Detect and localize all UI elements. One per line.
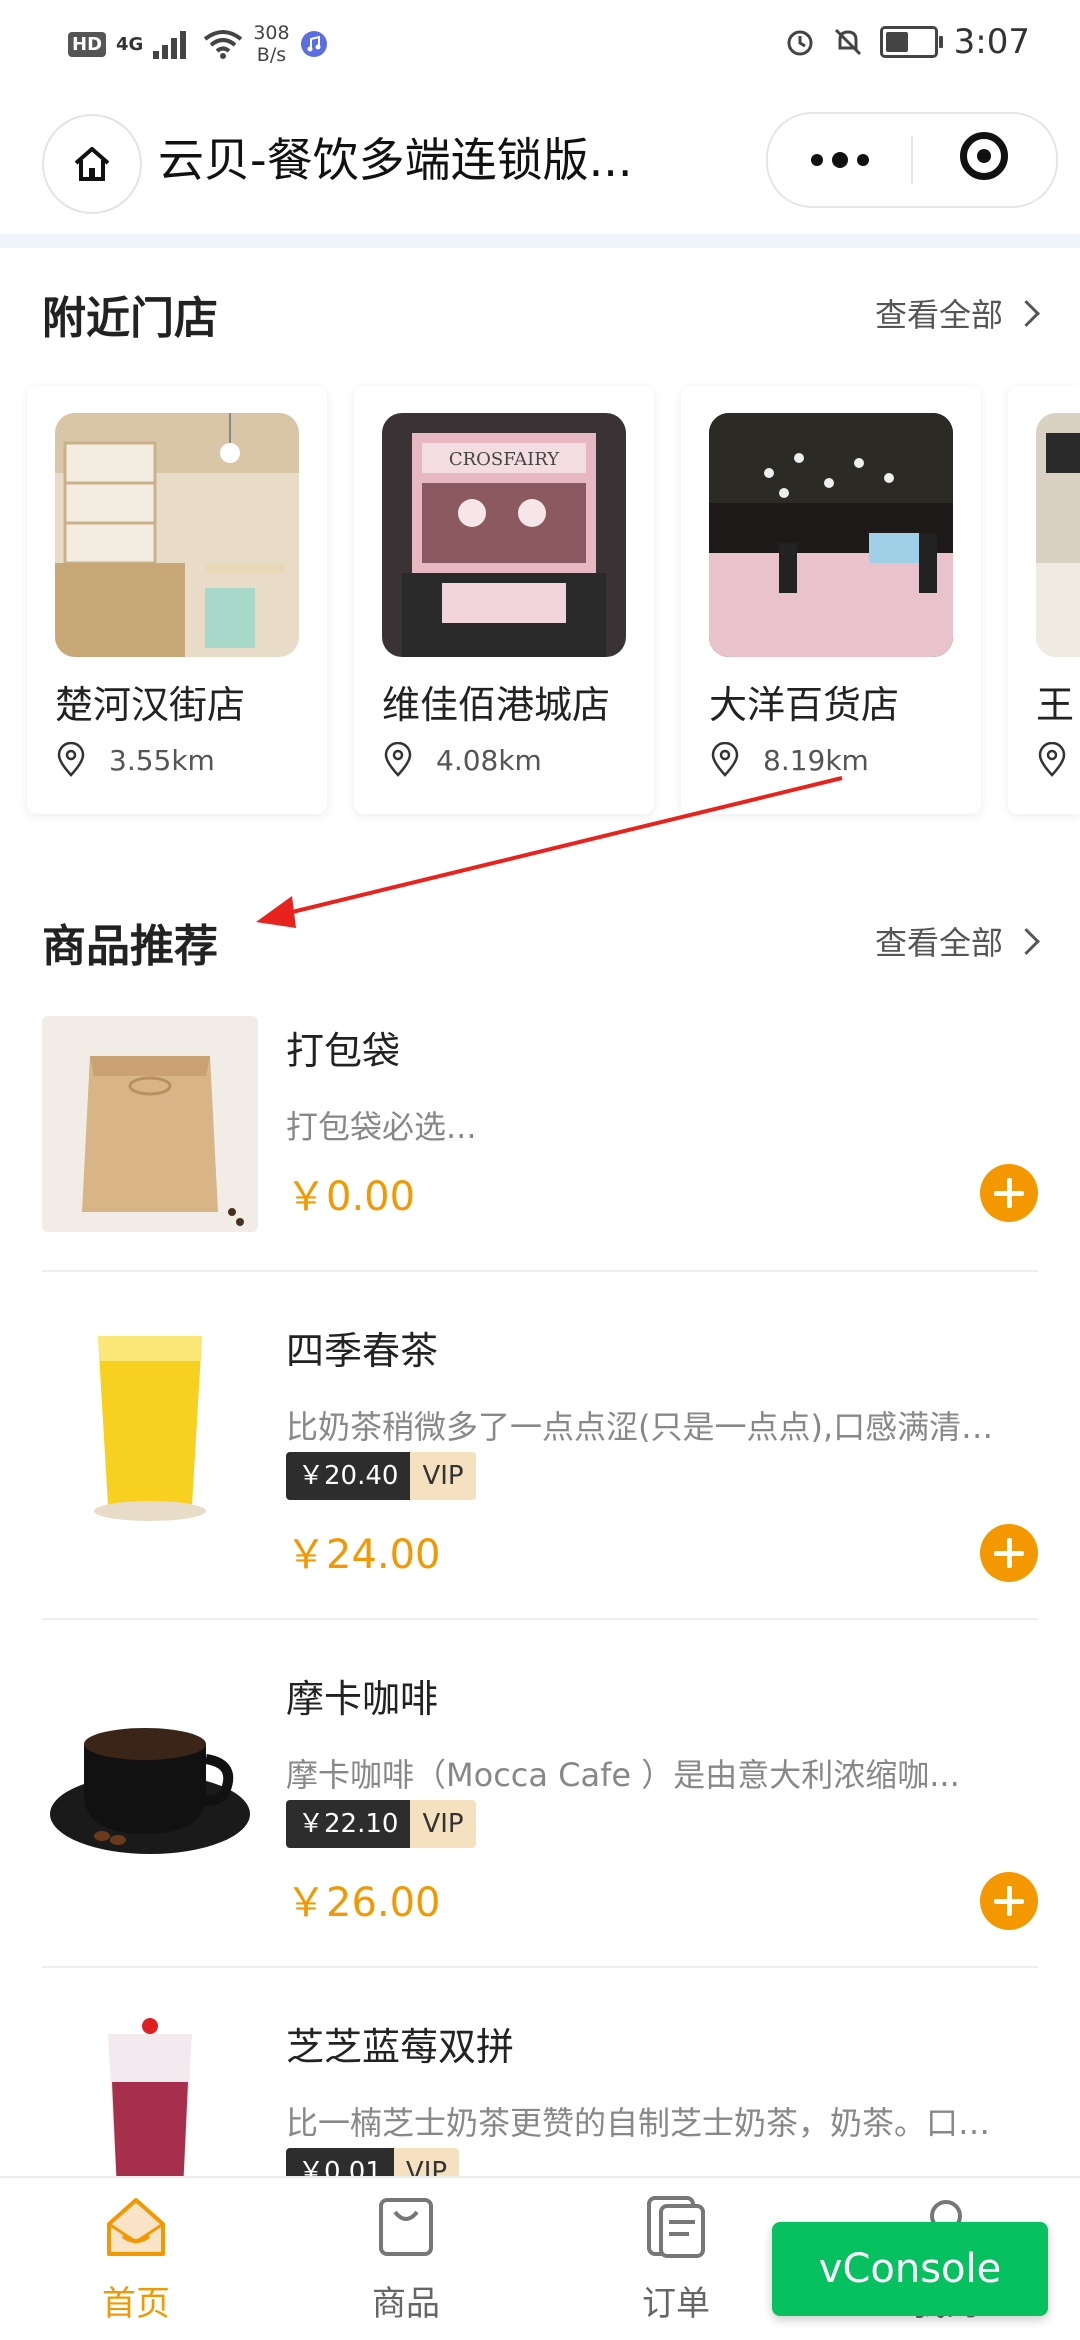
recommend-title: 商品推荐 — [42, 921, 218, 972]
vip-price-badge: ￥20.40 VIP — [286, 1452, 476, 1500]
store-name: 楚河汉街店 — [55, 683, 246, 727]
product-desc: 比一楠芝士奶茶更赞的自制芝士奶茶，奶茶。口… — [286, 2104, 991, 2142]
product-desc: 打包袋必选... — [286, 1108, 477, 1146]
product-name: 芝芝蓝莓双拼 — [286, 2025, 515, 2069]
vip-price-badge: ￥22.10 VIP — [286, 1800, 476, 1848]
network-type: 4G — [116, 33, 144, 55]
tab-products[interactable]: 商品 — [306, 2192, 506, 2332]
capsule-divider — [911, 136, 913, 184]
more-dot-icon — [811, 154, 823, 166]
more-dot-icon — [857, 154, 869, 166]
add-to-cart-button[interactable] — [980, 1524, 1038, 1582]
location-pin-icon — [384, 742, 412, 777]
vip-price: ￥20.40 — [286, 1452, 411, 1500]
distance-value: 4.08km — [436, 743, 542, 777]
page-title: 云贝-餐饮多端连锁版... — [158, 133, 633, 187]
chevron-right-icon — [1013, 927, 1040, 955]
home-icon — [74, 147, 110, 181]
vip-price: ￥22.10 — [286, 1800, 411, 1848]
distance-value: 8.19km — [763, 743, 869, 777]
status-left: HD 4G 308 B/s — [68, 22, 328, 66]
product-item[interactable]: 四季春茶 比奶茶稍微多了一点点涩(只是一点点),口感满清… ￥20.40 VIP… — [42, 1316, 1038, 1620]
tab-label: 首页 — [102, 2284, 170, 2324]
order-icon — [647, 2196, 705, 2258]
product-item[interactable]: 摩卡咖啡 摩卡咖啡（Mocca Cafe ）是由意大利浓缩咖... ￥22.10… — [42, 1664, 1038, 1968]
more-dot-icon — [832, 152, 848, 168]
product-name: 打包袋 — [286, 1029, 401, 1073]
product-name: 四季春茶 — [286, 1329, 439, 1373]
view-all-label: 查看全部 — [874, 296, 1003, 334]
store-card[interactable]: CROSFAIRY 维佳佰港城店 4.08km — [354, 386, 654, 814]
store-card[interactable]: 王 — [1008, 386, 1080, 814]
store-name: 大洋百货店 — [709, 683, 900, 727]
tab-label: 商品 — [372, 2284, 440, 2324]
product-image — [42, 1316, 258, 1532]
nearby-stores-title: 附近门店 — [42, 293, 218, 344]
recommend-view-all[interactable]: 查看全部 — [874, 918, 1040, 964]
net-speed-value: 308 — [253, 22, 290, 44]
store-distance — [1036, 742, 1068, 778]
vip-tag: VIP — [410, 1452, 476, 1500]
store-photo — [709, 413, 953, 657]
store-photo — [1036, 413, 1080, 657]
store-name: 王 — [1036, 683, 1075, 727]
store-photo — [55, 413, 299, 657]
location-pin-icon — [711, 742, 739, 777]
product-desc: 摩卡咖啡（Mocca Cafe ）是由意大利浓缩咖... — [286, 1756, 960, 1794]
net-speed: 308 B/s — [253, 22, 289, 66]
wifi-icon — [204, 30, 243, 59]
capsule-menu — [766, 112, 1058, 208]
tab-orders[interactable]: 订单 — [576, 2192, 776, 2332]
store-card[interactable]: 大洋百货店 8.19km — [681, 386, 981, 814]
mute-bell-icon — [834, 28, 861, 56]
store-name: 维佳佰港城店 — [382, 683, 611, 727]
store-distance: 3.55km — [55, 742, 215, 778]
battery-icon — [879, 26, 943, 58]
net-speed-unit: B/s — [256, 44, 287, 66]
store-distance: 8.19km — [709, 742, 869, 778]
product-item[interactable]: 打包袋 打包袋必选... ￥0.00 — [42, 1016, 1038, 1272]
product-price: ￥26.00 — [286, 1880, 441, 1926]
divider — [42, 1966, 1038, 1968]
hd-badge: HD — [68, 31, 107, 57]
store-card[interactable]: 楚河汉街店 3.55km — [27, 386, 327, 814]
tab-home[interactable]: 首页 — [36, 2192, 236, 2332]
product-price: ￥24.00 — [286, 1532, 441, 1578]
view-all-label: 查看全部 — [874, 924, 1003, 962]
status-right: 3:07 — [784, 22, 1030, 62]
product-image — [42, 1016, 258, 1232]
status-bar: HD 4G 308 B/s 3:07 — [0, 0, 1080, 90]
nearby-view-all[interactable]: 查看全部 — [874, 290, 1040, 336]
product-price: ￥0.00 — [286, 1174, 416, 1220]
store-photo: CROSFAIRY — [382, 413, 626, 657]
tab-label: 订单 — [642, 2284, 710, 2324]
mini-program-title-bar: 云贝-餐饮多端连锁版... — [0, 100, 1080, 220]
product-image — [42, 1664, 258, 1880]
product-name: 摩卡咖啡 — [286, 1677, 439, 1721]
add-to-cart-button[interactable] — [980, 1872, 1038, 1930]
vip-tag: VIP — [410, 1800, 476, 1848]
vconsole-button[interactable]: vConsole — [772, 2222, 1048, 2316]
distance-value: 3.55km — [109, 743, 215, 777]
product-desc: 比奶茶稍微多了一点点涩(只是一点点),口感满清… — [286, 1408, 994, 1446]
location-pin-icon — [1038, 742, 1066, 777]
home-button[interactable] — [42, 114, 142, 214]
divider — [42, 1618, 1038, 1620]
home-icon — [107, 2198, 165, 2256]
header-divider — [0, 234, 1080, 248]
signal-icon — [153, 31, 187, 59]
add-to-cart-button[interactable] — [980, 1164, 1038, 1222]
music-app-icon — [300, 31, 327, 57]
location-pin-icon — [57, 742, 85, 777]
chevron-right-icon — [1013, 299, 1040, 327]
store-distance: 4.08km — [382, 742, 542, 778]
store-sign-text: CROSFAIRY — [449, 449, 560, 470]
bag-icon — [379, 2198, 433, 2256]
clock: 3:07 — [953, 22, 1030, 62]
alarm-icon — [787, 30, 813, 56]
close-miniprogram-icon[interactable] — [960, 132, 1008, 180]
divider — [42, 1270, 1038, 1272]
more-button[interactable] — [768, 114, 912, 206]
